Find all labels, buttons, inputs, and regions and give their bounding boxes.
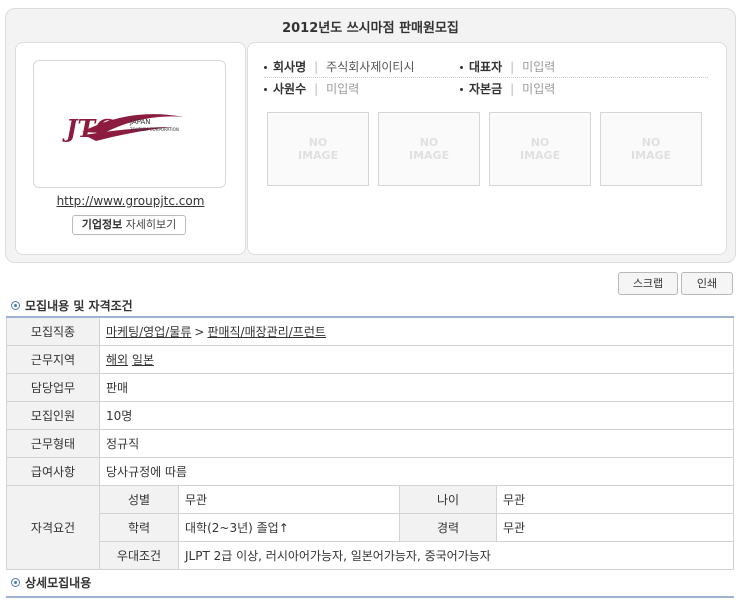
row-value: 당사규정에 따름: [99, 457, 734, 486]
section-header-recruit: 모집내용 및 자격조건: [11, 297, 133, 314]
info-label: 사원수: [273, 82, 307, 96]
logo-text-corp: TOURISM CORPORATION: [129, 127, 179, 132]
print-button[interactable]: 인쇄: [681, 272, 733, 295]
info-row-2: 사원수 | 미입력 자본금 | 미입력: [264, 79, 708, 99]
sub-label: 학력: [99, 513, 179, 542]
arrow-text: >: [194, 325, 205, 339]
company-info-button[interactable]: 기업정보 자세히보기: [72, 215, 186, 235]
row-value: 판매: [99, 373, 734, 402]
row-label: 근무형태: [6, 429, 100, 458]
company-url-link[interactable]: http://www.groupjtc.com: [16, 194, 245, 208]
logo-mark: JTC: [62, 114, 114, 143]
table-row: 근무형태 정규직: [6, 429, 734, 458]
sub-value: 무관: [496, 485, 734, 514]
table-row: 우대조건 JLPT 2급 이상, 러시아어가능자, 일본어가능자, 중국어가능자: [7, 541, 734, 570]
info-capital: 자본금 | 미입력: [460, 79, 555, 99]
job-category-link[interactable]: 마케팅/영업/물류: [106, 325, 191, 339]
sub-value: JLPT 2급 이상, 러시아어가능자, 일본어가능자, 중국어가능자: [178, 541, 734, 570]
section-title: 상세모집내용: [25, 576, 92, 590]
info-value: 미입력: [522, 60, 556, 74]
company-image-3[interactable]: NO IMAGE: [489, 112, 591, 186]
jtc-logo-icon: JTC JAPAN TOURISM CORPORATION: [62, 114, 184, 143]
sub-label: 우대조건: [99, 541, 179, 570]
company-card: 2012년도 쓰시마점 판매원모집 JTC JAPAN TOURISM CORP…: [5, 8, 736, 263]
row-value: 정규직: [99, 429, 734, 458]
table-row: 급여사항 당사규정에 따름: [6, 457, 734, 486]
company-logo: JTC JAPAN TOURISM CORPORATION: [33, 60, 226, 188]
table-row: 학력 대학(2~3년) 졸업↑ 경력 무관: [7, 513, 734, 542]
company-image-4[interactable]: NO IMAGE: [600, 112, 702, 186]
info-label: 자본금: [469, 82, 503, 96]
page-title: 2012년도 쓰시마점 판매원모집: [282, 21, 459, 36]
logo-text-japan: JAPAN: [129, 118, 151, 126]
company-info-panel: 회사명 | 주식회사제이티시 대표자 | 미입력 사원수 | 미입력 자본금 | 미입력 NO …: [247, 42, 727, 255]
no-image-text: NO IMAGE: [520, 136, 561, 162]
section-header-detail: 상세모집내용: [11, 574, 91, 591]
no-image-text: NO IMAGE: [631, 136, 672, 162]
section-title: 모집내용 및 자격조건: [25, 299, 133, 313]
bullet-icon: [11, 301, 20, 310]
company-logo-panel: JTC JAPAN TOURISM CORPORATION http://www…: [15, 42, 246, 255]
row-label: 자격요건: [6, 485, 100, 570]
sub-label: 성별: [99, 485, 179, 514]
info-value: 미입력: [326, 82, 360, 96]
company-info-button-rest: 자세히보기: [122, 218, 177, 231]
no-image-text: NO IMAGE: [298, 136, 339, 162]
region-link-overseas[interactable]: 해외: [106, 353, 128, 367]
info-row-1: 회사명 | 주식회사제이티시 대표자 | 미입력: [264, 57, 708, 78]
sub-value: 무관: [178, 485, 400, 514]
sub-value: 대학(2~3년) 졸업↑: [178, 513, 400, 542]
info-ceo: 대표자 | 미입력: [460, 57, 555, 77]
info-employees: 사원수 | 미입력: [264, 79, 359, 99]
scrap-button[interactable]: 스크랩: [618, 272, 678, 295]
row-value: 마케팅/영업/물류 > 판매직/매장관리/프런트: [99, 316, 734, 346]
row-value: 10명: [99, 401, 734, 430]
sub-value: 무관: [496, 513, 734, 542]
table-row: 근무지역 해외 일본: [6, 345, 734, 374]
info-label: 회사명: [273, 60, 307, 74]
row-label: 근무지역: [6, 345, 100, 374]
table-row: 담당업무 판매: [6, 373, 734, 402]
company-info-button-bold: 기업정보: [81, 218, 123, 231]
company-image-1[interactable]: NO IMAGE: [267, 112, 369, 186]
row-label: 모집인원: [6, 401, 100, 430]
sub-label: 경력: [399, 513, 497, 542]
row-label: 급여사항: [6, 457, 100, 486]
recruit-table: 모집직종 마케팅/영업/물류 > 판매직/매장관리/프런트 근무지역 해외 일본 담…: [6, 316, 734, 570]
row-label: 모집직종: [6, 316, 100, 346]
table-row: 모집인원 10명: [6, 401, 734, 430]
bullet-icon: [11, 578, 20, 587]
info-company-name: 회사명 | 주식회사제이티시: [264, 57, 415, 77]
company-image-2[interactable]: NO IMAGE: [378, 112, 480, 186]
row-label: 담당업무: [6, 373, 100, 402]
row-value: 해외 일본: [99, 345, 734, 374]
info-label: 대표자: [469, 60, 503, 74]
table-row: 모집직종 마케팅/영업/물류 > 판매직/매장관리/프런트: [6, 316, 734, 346]
info-value: 미입력: [522, 82, 556, 96]
info-value: 주식회사제이티시: [326, 60, 415, 74]
section-divider: [6, 596, 734, 598]
region-link-japan[interactable]: 일본: [132, 353, 154, 367]
job-subcategory-link[interactable]: 판매직/매장관리/프런트: [207, 325, 326, 339]
no-image-text: NO IMAGE: [409, 136, 450, 162]
sub-label: 나이: [399, 485, 497, 514]
table-row: 자격요건 성별 무관 나이 무관: [6, 485, 734, 570]
